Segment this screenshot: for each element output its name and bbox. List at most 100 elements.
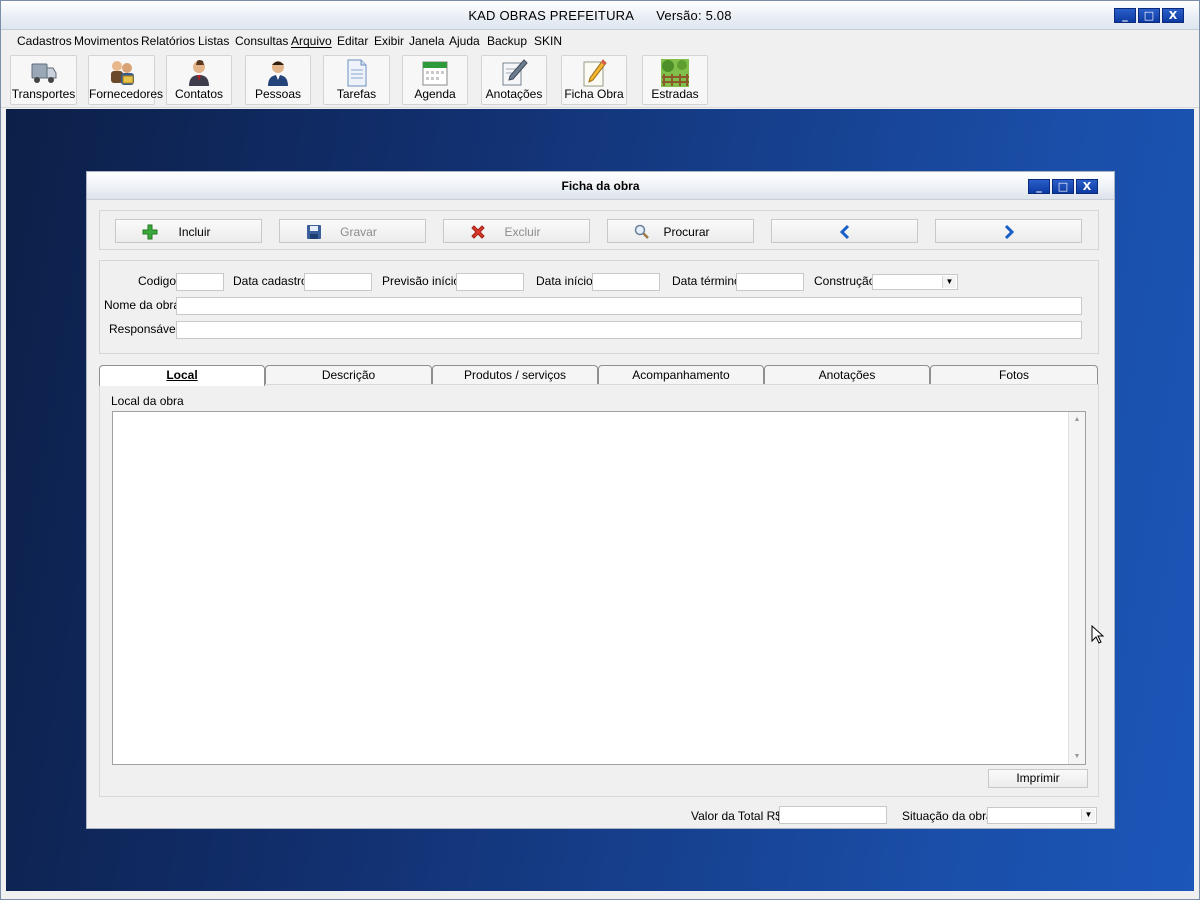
memo-scrollbar[interactable]: ▲ ▼ <box>1068 412 1085 764</box>
window-controls: _ □ X <box>1114 8 1184 23</box>
construcao-label: Construção <box>814 274 876 288</box>
app-titlebar[interactable]: KAD OBRAS PREFEITURA Versão: 5.08 _ □ X <box>1 1 1199 30</box>
toolbar-anotacoes-button[interactable]: Anotações <box>481 55 547 105</box>
menu-exibir[interactable]: Exibir <box>374 34 404 48</box>
menu-backup[interactable]: Backup <box>487 34 527 48</box>
data-termino-label: Data término <box>672 274 741 288</box>
menu-bar: Cadastros Movimentos Relatórios Listas C… <box>1 30 1199 52</box>
incluir-label: Incluir <box>178 225 211 239</box>
child-minimize-button[interactable]: _ <box>1028 179 1050 194</box>
toolbar-label: Contatos <box>174 87 224 101</box>
main-toolbar: Transportes Fornecedores Contatos Pessoa… <box>1 52 1199 108</box>
codigo-label: Codigo <box>138 274 177 288</box>
toolbar-label: Transportes <box>11 87 76 101</box>
toolbar-label: Estradas <box>651 87 699 101</box>
child-maximize-button[interactable]: □ <box>1052 179 1074 194</box>
pencil-sheet-icon <box>583 59 607 87</box>
child-window-controls: _ □ X <box>1028 179 1098 194</box>
tab-fotos[interactable]: Fotos <box>930 365 1098 385</box>
next-record-button[interactable] <box>935 219 1082 243</box>
chevron-down-icon[interactable]: ▼ <box>1081 809 1095 821</box>
contact-person-icon <box>189 60 209 86</box>
gravar-label: Gravar <box>340 225 377 239</box>
toolbar-label: Anotações <box>485 87 543 101</box>
toolbar-pessoas-button[interactable]: Pessoas <box>245 55 311 105</box>
toolbar-label: Tarefas <box>336 87 377 101</box>
codigo-field[interactable] <box>176 273 224 291</box>
responsavel-label: Responsável <box>109 322 179 336</box>
responsavel-field[interactable] <box>176 321 1082 339</box>
tab-acompanhamento[interactable]: Acompanhamento <box>598 365 764 385</box>
incluir-button[interactable]: Incluir <box>115 219 262 243</box>
local-obra-label: Local da obra <box>111 394 184 408</box>
menu-cadastros[interactable]: Cadastros <box>17 34 72 48</box>
nome-obra-field[interactable] <box>176 297 1082 315</box>
tab-produtos-servicos[interactable]: Produtos / serviços <box>432 365 598 385</box>
toolbar-label: Ficha Obra <box>564 87 624 101</box>
previsao-inicio-label: Previsão início <box>382 274 461 288</box>
valor-total-field[interactable] <box>779 806 887 824</box>
construcao-select[interactable]: ▼ <box>872 274 958 290</box>
action-bar: Incluir Gravar Excluir Procurar <box>99 210 1099 250</box>
app-title: KAD OBRAS PREFEITURA Versão: 5.08 <box>468 8 732 23</box>
menu-skin[interactable]: SKIN <box>534 34 562 48</box>
tab-local[interactable]: Local <box>99 365 265 386</box>
truck-icon <box>31 63 56 83</box>
excluir-button[interactable]: Excluir <box>443 219 590 243</box>
situacao-obra-label: Situação da obra <box>902 809 993 823</box>
toolbar-transportes-button[interactable]: Transportes <box>10 55 77 105</box>
toolbar-tarefas-button[interactable]: Tarefas <box>323 55 390 105</box>
toolbar-label: Fornecedores <box>89 87 164 101</box>
record-fields-panel: Codigo Data cadastro Previsão início Dat… <box>99 260 1099 354</box>
document-icon <box>347 59 366 87</box>
situacao-obra-select[interactable]: ▼ <box>987 807 1097 824</box>
child-titlebar[interactable]: Ficha da obra _ □ X <box>87 172 1114 200</box>
menu-movimentos[interactable]: Movimentos <box>74 34 139 48</box>
minimize-button[interactable]: _ <box>1114 8 1136 23</box>
excluir-label: Excluir <box>504 225 541 239</box>
toolbar-ficha-obra-button[interactable]: Ficha Obra <box>561 55 627 105</box>
child-close-button[interactable]: X <box>1076 179 1098 194</box>
scroll-down-icon[interactable]: ▼ <box>1069 753 1085 760</box>
nome-obra-label: Nome da obra <box>104 298 181 312</box>
notes-pen-icon <box>502 59 528 86</box>
calendar-icon <box>422 61 448 86</box>
chevron-down-icon[interactable]: ▼ <box>942 276 956 288</box>
tab-local-page: Local da obra ▲ ▼ Imprimir <box>99 384 1099 797</box>
data-termino-field[interactable] <box>736 273 804 291</box>
menu-janela[interactable]: Janela <box>409 34 444 48</box>
previsao-inicio-field[interactable] <box>456 273 524 291</box>
data-inicio-label: Data início <box>536 274 593 288</box>
menu-editar[interactable]: Editar <box>337 34 368 48</box>
toolbar-fornecedores-button[interactable]: Fornecedores <box>88 55 164 105</box>
menu-relatorios[interactable]: Relatórios <box>141 34 195 48</box>
menu-ajuda[interactable]: Ajuda <box>449 34 480 48</box>
gravar-button[interactable]: Gravar <box>279 219 426 243</box>
menu-consultas[interactable]: Consultas <box>235 34 288 48</box>
scroll-up-icon[interactable]: ▲ <box>1069 416 1085 423</box>
toolbar-contatos-button[interactable]: Contatos <box>166 55 232 105</box>
suppliers-icon <box>110 61 134 85</box>
maximize-button[interactable]: □ <box>1138 8 1160 23</box>
toolbar-label: Pessoas <box>254 87 302 101</box>
valor-total-label: Valor da Total R$ <box>691 809 782 823</box>
procurar-button[interactable]: Procurar <box>607 219 754 243</box>
tab-descricao[interactable]: Descrição <box>265 365 432 385</box>
mouse-cursor-icon <box>1091 625 1105 644</box>
menu-arquivo[interactable]: Arquivo <box>291 34 332 48</box>
close-button[interactable]: X <box>1162 8 1184 23</box>
toolbar-agenda-button[interactable]: Agenda <box>402 55 468 105</box>
menu-listas[interactable]: Listas <box>198 34 229 48</box>
ficha-obra-window: Ficha da obra _ □ X Incluir Gravar Exclu… <box>86 171 1115 829</box>
road-fence-icon <box>661 59 689 87</box>
data-inicio-field[interactable] <box>592 273 660 291</box>
person-icon <box>268 61 288 86</box>
data-cadastro-field[interactable] <box>304 273 372 291</box>
procurar-label: Procurar <box>663 225 710 239</box>
tab-anotacoes[interactable]: Anotações <box>764 365 930 385</box>
local-obra-memo[interactable]: ▲ ▼ <box>112 411 1086 765</box>
imprimir-button[interactable]: Imprimir <box>988 769 1088 788</box>
child-window-title: Ficha da obra <box>561 179 640 193</box>
previous-record-button[interactable] <box>771 219 918 243</box>
toolbar-estradas-button[interactable]: Estradas <box>642 55 708 105</box>
